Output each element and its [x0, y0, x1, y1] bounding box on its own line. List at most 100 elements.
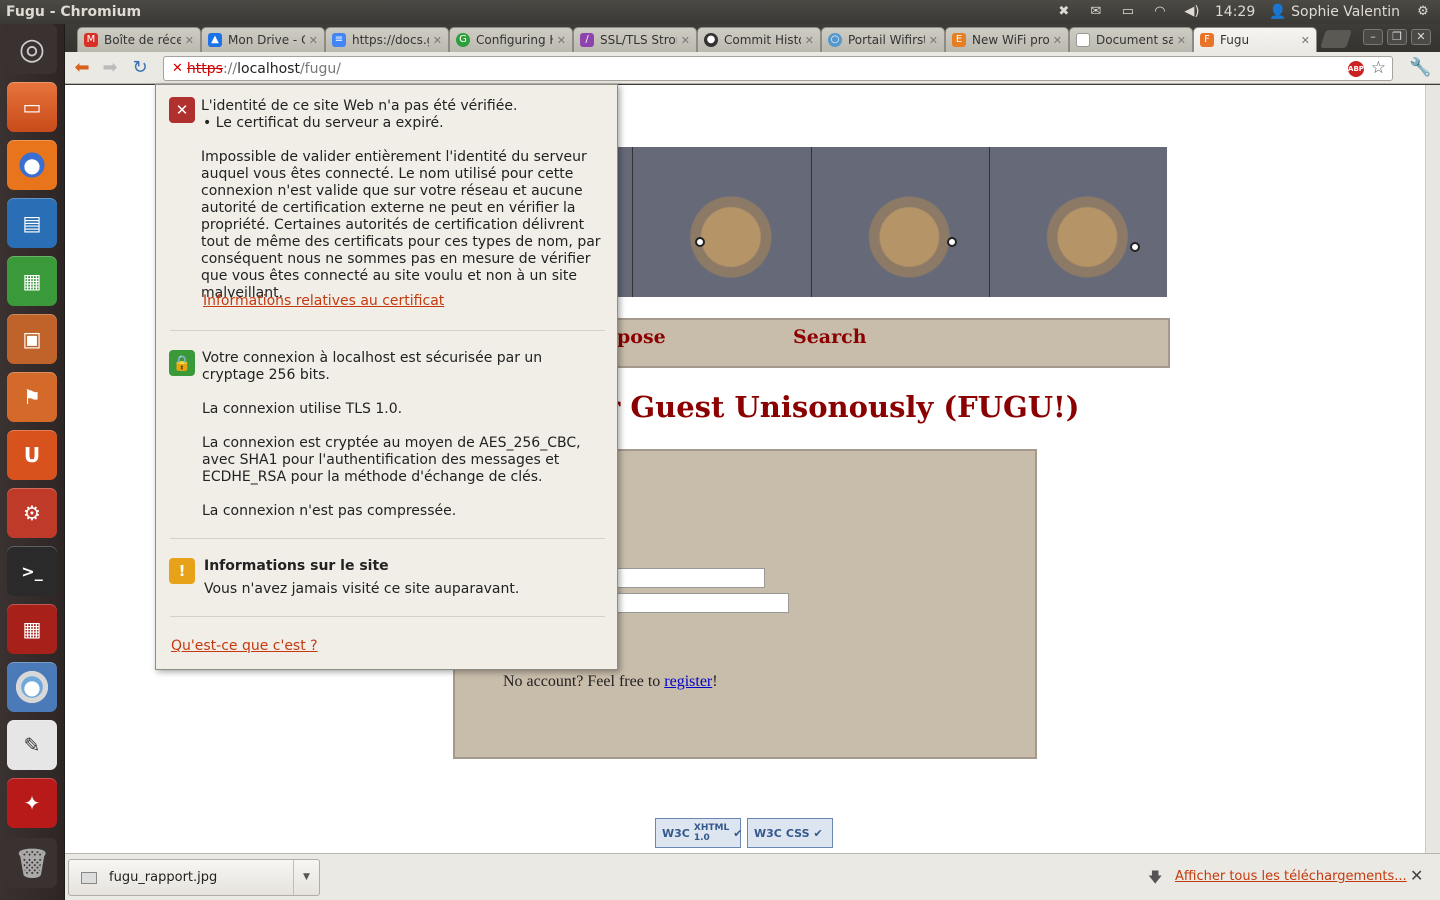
username-field[interactable] — [605, 568, 765, 588]
wrench-icon[interactable]: 🔧 — [1409, 57, 1431, 79]
nav-propose-link[interactable]: pose — [617, 326, 666, 348]
password-field[interactable] — [605, 593, 789, 613]
css-badge[interactable]: W3C CSS ✔ — [747, 818, 833, 848]
writer-icon[interactable]: ▤ — [7, 198, 57, 248]
close-icon[interactable]: ✕ — [681, 34, 690, 47]
gmail-icon: M — [84, 33, 98, 47]
close-window-button[interactable]: ✕ — [1411, 29, 1431, 45]
no-account-text: No account? Feel free to register! — [503, 673, 718, 690]
download-arrow-icon: 🡇 — [1148, 870, 1163, 886]
pdf-reader-icon[interactable]: ✦ — [7, 778, 57, 828]
tab-drive[interactable]: ▲ Mon Drive - C ✕ — [201, 27, 325, 52]
show-all-downloads-link[interactable]: Afficher tous les téléchargements... — [1175, 869, 1407, 884]
dash-icon[interactable]: ◎ — [7, 24, 57, 74]
tab-document[interactable]: Document sa ✕ — [1069, 27, 1193, 52]
ubuntu-one-icon[interactable]: U — [7, 430, 57, 480]
close-icon[interactable]: ✕ — [1177, 34, 1186, 47]
fish-photo — [811, 147, 990, 297]
user-icon: 👤 — [1269, 4, 1287, 20]
lock-icon: 🔒 — [169, 350, 195, 376]
tab-fugu[interactable]: F Fugu ✕ — [1193, 27, 1317, 52]
close-icon[interactable]: ✕ — [309, 34, 318, 47]
tab-configuring[interactable]: G Configuring H ✕ — [449, 27, 573, 52]
address-bar[interactable]: ✕ https://localhost/fugu/ ABP ☆ — [163, 56, 1393, 81]
green-icon: G — [456, 33, 470, 47]
trash-icon[interactable]: 🗑 — [7, 838, 57, 888]
star-icon[interactable]: ☆ — [1371, 58, 1386, 78]
terminal-icon[interactable]: >_ — [7, 546, 57, 596]
workspaces-icon[interactable]: ▦ — [7, 604, 57, 654]
downloads-bar: fugu_rapport.jpg ▼ 🡇 Afficher tous les t… — [65, 853, 1440, 900]
back-button[interactable]: ⬅ — [71, 57, 93, 79]
page-icon — [1076, 33, 1090, 47]
close-icon[interactable]: ✕ — [929, 34, 938, 47]
chevron-down-icon[interactable]: ▼ — [293, 860, 319, 895]
connection-tls-text: La connexion utilise TLS 1.0. — [202, 401, 403, 417]
close-icon[interactable]: ✕ — [185, 34, 194, 47]
fish-photo — [989, 147, 1167, 297]
text-editor-icon[interactable]: ✎ — [7, 720, 57, 770]
impress-icon[interactable]: ▣ — [7, 314, 57, 364]
close-icon[interactable]: ✕ — [1410, 866, 1423, 885]
adblock-icon[interactable]: ABP — [1348, 61, 1364, 77]
certificate-info-link[interactable]: Informations relatives au certificat — [203, 293, 444, 310]
gear-icon[interactable]: ⚙ — [1414, 5, 1432, 19]
close-icon[interactable]: ✕ — [433, 34, 442, 47]
security-info-popup: ✕ L'identité de ce site Web n'a pas été … — [155, 84, 618, 670]
firefox-icon[interactable]: ● — [7, 140, 57, 190]
register-link[interactable]: register — [664, 673, 712, 690]
files-icon[interactable]: ▭ — [7, 82, 57, 132]
settings-icon[interactable]: ⚙ — [7, 488, 57, 538]
wifi-icon: ○ — [828, 33, 842, 47]
close-icon[interactable]: ✕ — [557, 34, 566, 47]
clock[interactable]: 14:29 — [1215, 4, 1255, 20]
tab-portail[interactable]: ○ Portail Wifirst ✕ — [821, 27, 945, 52]
tab-ssl[interactable]: / SSL/TLS Stron ✕ — [573, 27, 697, 52]
help-link[interactable]: Qu'est-ce que c'est ? — [171, 638, 318, 655]
nav-search-link[interactable]: Search — [793, 326, 867, 348]
divider — [170, 538, 605, 539]
fugu-icon: F — [1200, 33, 1214, 47]
browser-toolbar: ⬅ ➡ ↻ ✕ https://localhost/fugu/ ABP ☆ 🔧 — [65, 52, 1440, 84]
maximize-button[interactable]: ❐ — [1387, 29, 1407, 45]
calc-icon[interactable]: ▦ — [7, 256, 57, 306]
chromium-icon[interactable]: ● — [7, 662, 57, 712]
forward-button[interactable]: ➡ — [99, 57, 121, 79]
fish-eye — [695, 237, 706, 247]
volume-icon[interactable]: ◀) — [1183, 5, 1201, 19]
identity-title: L'identité de ce site Web n'a pas été vé… — [201, 98, 518, 114]
tab-new-wifi[interactable]: E New WiFi pro ✕ — [945, 27, 1069, 52]
close-icon[interactable]: ✕ — [1053, 34, 1062, 47]
divider — [170, 330, 605, 331]
tab-commit[interactable]: ● Commit Histo ✕ — [697, 27, 821, 52]
reload-button[interactable]: ↻ — [129, 57, 151, 79]
download-filename: fugu_rapport.jpg — [109, 870, 218, 885]
download-item[interactable]: fugu_rapport.jpg ▼ — [68, 859, 320, 896]
tab-gmail[interactable]: M Boîte de réce ✕ — [77, 27, 201, 52]
site-info-body: Vous n'avez jamais visité ce site aupara… — [204, 581, 520, 597]
site-info-title: Informations sur le site — [204, 558, 389, 574]
check-icon: ✔ — [813, 826, 823, 840]
docs-icon: ≡ — [332, 33, 346, 47]
page-scrollbar[interactable] — [1425, 85, 1440, 853]
url-scheme: https — [186, 60, 223, 77]
user-menu[interactable]: 👤 Sophie Valentin — [1269, 4, 1400, 20]
fish-photo — [633, 147, 812, 297]
tab-docs[interactable]: ≡ https://docs.g ✕ — [325, 27, 449, 52]
close-icon[interactable]: ✕ — [1301, 34, 1310, 47]
security-warning-icon[interactable]: ✕ — [172, 61, 183, 76]
window-title: Fugu - Chromium — [6, 4, 142, 20]
mail-icon[interactable]: ✉ — [1087, 5, 1105, 19]
software-center-icon[interactable]: ⚑ — [7, 372, 57, 422]
wifi-icon[interactable]: ◠ — [1151, 5, 1169, 19]
connection-cipher-text: La connexion est cryptée au moyen de AES… — [202, 435, 581, 485]
close-icon[interactable]: ✕ — [805, 34, 814, 47]
dropbox-icon[interactable]: ✖ — [1055, 5, 1073, 19]
minimize-button[interactable]: – — [1363, 29, 1383, 45]
e-icon: E — [952, 33, 966, 47]
battery-icon[interactable]: ▭ — [1119, 5, 1137, 19]
feather-icon: / — [580, 33, 594, 47]
xhtml-badge[interactable]: W3C XHTML 1.0 ✔ — [655, 818, 742, 848]
page-title: r Guest Unisonously (FUGU!) — [605, 390, 1080, 424]
new-tab-button[interactable] — [1320, 30, 1352, 48]
